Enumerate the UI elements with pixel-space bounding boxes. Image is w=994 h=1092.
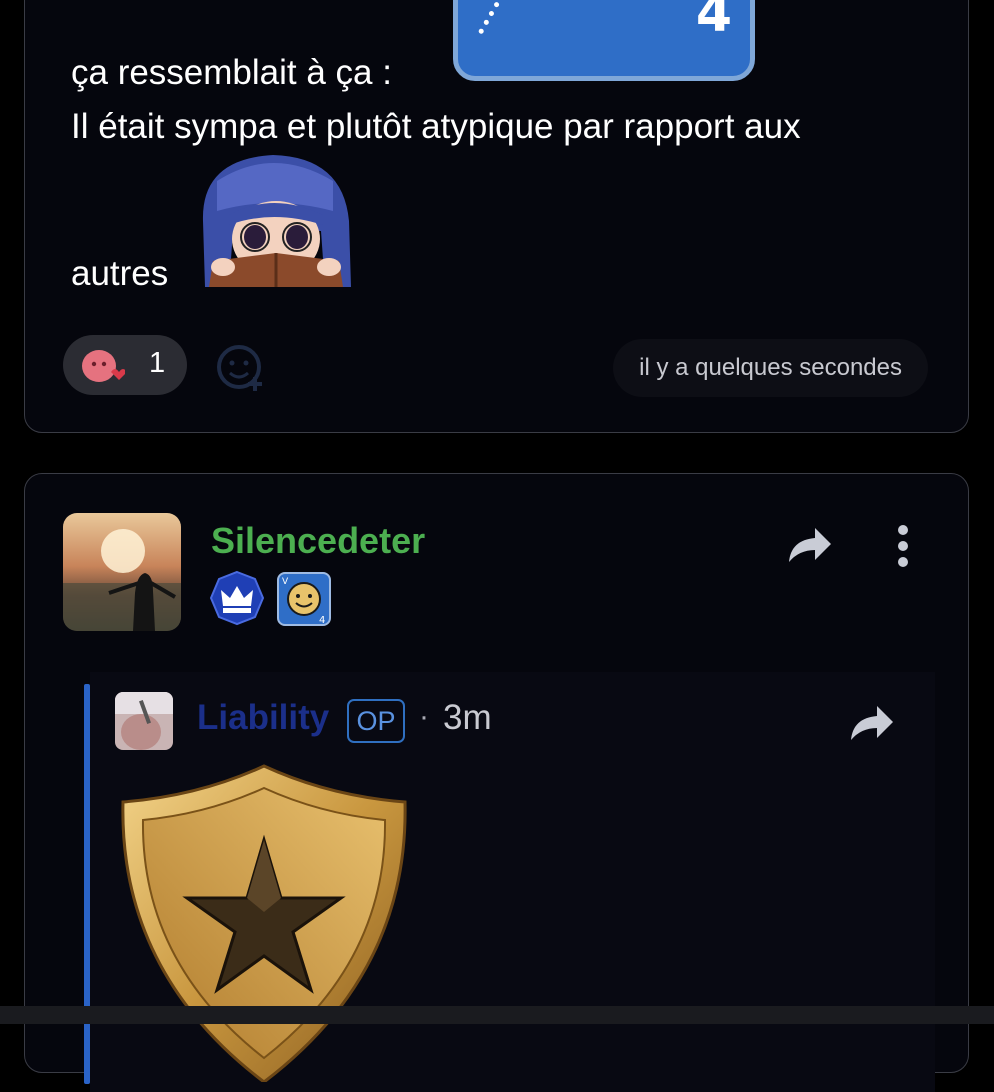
- post-timestamp: il y a quelques secondes: [613, 339, 928, 397]
- share-icon[interactable]: [787, 524, 833, 564]
- post-text-line: ça ressemblait à ça :: [71, 53, 392, 92]
- post-text-line: autres: [71, 254, 169, 293]
- badge-dots: [477, 0, 518, 42]
- separator-dot: ·: [419, 700, 429, 733]
- sticker-number: 4: [695, 0, 732, 44]
- post-card: 4 ça ressemblait à ça : Il était sympa e…: [24, 0, 969, 433]
- quote-accent-bar: [84, 684, 90, 1084]
- quote-time: 3m: [443, 698, 492, 737]
- quote-avatar[interactable]: [115, 692, 173, 750]
- share-icon[interactable]: [849, 702, 895, 742]
- reaction-count: 1: [149, 347, 166, 379]
- reply-card: Silencedeter V 4 Liability OP · 3m: [24, 473, 969, 1092]
- badge-letter: V: [282, 577, 289, 587]
- username[interactable]: Silencedeter: [211, 520, 425, 562]
- post-text-line: Il était sympa et plutôt atypique par ra…: [71, 107, 801, 146]
- add-reaction-icon[interactable]: [215, 343, 267, 395]
- smiley-badge-sticker: 4: [453, 0, 755, 81]
- avatar[interactable]: [63, 513, 181, 631]
- more-vertical-icon[interactable]: [893, 524, 913, 568]
- smiley-badge-icon: V 4: [277, 572, 331, 626]
- crown-badge-icon: [209, 570, 265, 626]
- badge-number: 4: [319, 615, 325, 626]
- blob-heart-icon: [82, 350, 125, 382]
- anime-girl-reading-sticker: [202, 155, 351, 287]
- bottom-bar: [0, 1006, 994, 1024]
- reaction-chip[interactable]: 1: [63, 335, 187, 395]
- quote-username[interactable]: Liability: [197, 698, 329, 738]
- op-badge: OP: [347, 699, 405, 743]
- gold-shield-star-image: [121, 764, 407, 1082]
